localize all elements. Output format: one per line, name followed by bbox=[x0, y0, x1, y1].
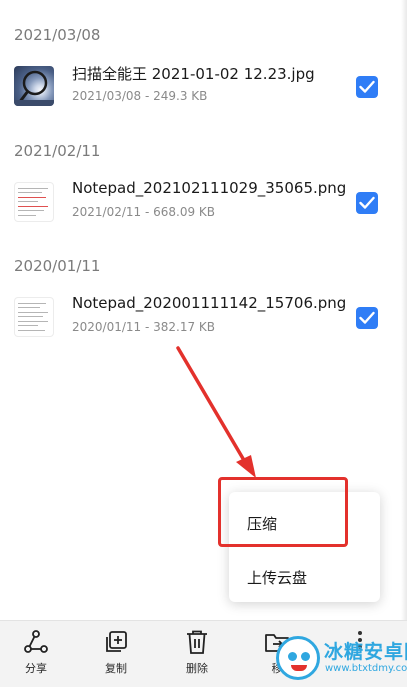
delete-button[interactable]: 删除 bbox=[167, 621, 227, 687]
trash-icon bbox=[187, 630, 207, 654]
watermark-title: 冰糖安卓网 bbox=[324, 641, 407, 663]
site-watermark: 冰糖安卓网 www.btxtdmy.com bbox=[276, 634, 407, 682]
share-label: 分享 bbox=[25, 662, 47, 675]
watermark-url: www.btxtdmy.com bbox=[325, 663, 407, 674]
delete-label: 删除 bbox=[186, 662, 208, 675]
share-icon bbox=[24, 630, 48, 653]
copy-icon bbox=[106, 631, 127, 652]
watermark-logo-icon bbox=[276, 636, 320, 680]
copy-label: 复制 bbox=[105, 662, 127, 675]
copy-button[interactable]: 复制 bbox=[86, 621, 146, 687]
menu-item-upload-cloud[interactable]: 上传云盘 bbox=[247, 567, 307, 588]
share-button[interactable]: 分享 bbox=[6, 621, 66, 687]
annotation-highlight-box bbox=[218, 477, 348, 547]
